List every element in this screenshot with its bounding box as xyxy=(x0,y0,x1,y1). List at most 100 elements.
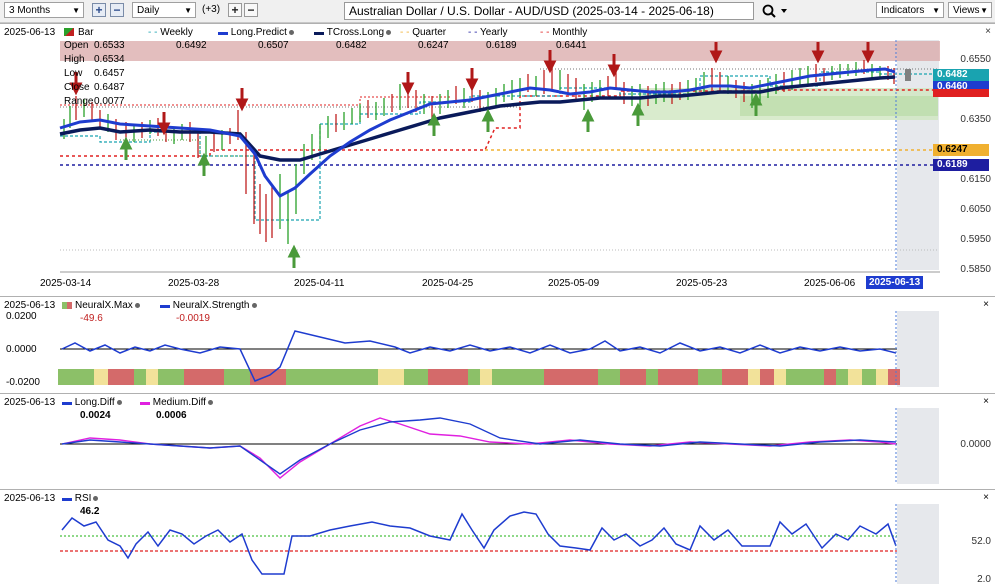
y-tick: 52.0 xyxy=(971,536,991,547)
search-button[interactable] xyxy=(760,2,790,20)
interval-value: Daily xyxy=(137,5,160,16)
pane-date: 2025-06-13 xyxy=(4,27,56,38)
long-predict-value: 0.6507 xyxy=(258,40,289,51)
y-tick: -0.0200 xyxy=(6,377,40,388)
long-diff-value: 0.0024 xyxy=(80,410,111,421)
legend-neuralx-strength[interactable]: ▬ NeuralX.Strength xyxy=(160,300,257,311)
range-value: 0.0077 xyxy=(94,96,125,107)
diff-chart[interactable] xyxy=(0,394,995,490)
indicators-button[interactable]: Indicators ▼ xyxy=(876,2,944,18)
y-tick: 0.5950 xyxy=(960,234,991,245)
price-chart[interactable] xyxy=(0,24,995,297)
price-tag-monthly: 0.6441 xyxy=(933,89,989,97)
close-icon[interactable]: × xyxy=(983,396,989,407)
symbol-title[interactable]: Australian Dollar / U.S. Dollar - AUD/US… xyxy=(344,2,754,20)
y-tick: 0.5850 xyxy=(960,264,991,275)
chevron-down-icon: ▼ xyxy=(980,6,988,15)
monthly-value: 0.6441 xyxy=(556,40,587,51)
low-label: Low xyxy=(64,68,83,79)
views-button[interactable]: Views ▼ xyxy=(948,2,992,18)
period-select[interactable]: 3 Months ▼ xyxy=(4,2,84,18)
pane-close-icon[interactable]: × xyxy=(985,26,991,37)
low-value: 0.6457 xyxy=(94,68,125,79)
price-tag-yearly: 0.6189 xyxy=(933,159,989,171)
x-tick: 2025-06-06 xyxy=(804,278,856,289)
neuralx-pane[interactable]: 2025-06-13 NeuralX.Max ▬ NeuralX.Strengt… xyxy=(0,296,995,394)
period-value: 3 Months xyxy=(9,5,51,16)
high-value: 0.6534 xyxy=(94,54,125,65)
price-tag-quarter: 0.6247 xyxy=(933,144,989,156)
up-arrows xyxy=(119,92,763,268)
legend-long-diff[interactable]: ▬ Long.Diff xyxy=(62,397,122,408)
y-tick: 0.0200 xyxy=(6,311,37,322)
pane-date: 2025-06-13 xyxy=(4,493,56,504)
rsi-chart[interactable] xyxy=(0,490,995,588)
last-bar xyxy=(905,69,911,81)
search-icon xyxy=(762,4,787,18)
indicators-label: Indicators xyxy=(881,5,925,16)
chevron-down-icon: ▼ xyxy=(184,6,192,15)
legend-bar[interactable]: Bar xyxy=(64,27,94,38)
close-icon[interactable]: × xyxy=(983,492,989,503)
neuralx-max-bars xyxy=(58,369,900,385)
range-label: Range xyxy=(64,96,94,107)
support-zone-inner xyxy=(740,96,938,116)
y-tick: 0.6350 xyxy=(960,114,991,125)
y-tick: 0.6050 xyxy=(960,204,991,215)
price-tag-weekly: 0.6482 xyxy=(933,69,989,81)
legend-long-predict[interactable]: ▬ Long.Predict xyxy=(218,27,294,38)
current-date-label: 2025-06-13 xyxy=(866,276,924,289)
zoom-in-button[interactable]: + xyxy=(92,3,106,17)
neuralx-strength-value: -0.0019 xyxy=(176,313,210,324)
long-diff-line xyxy=(61,417,897,475)
open-label: Open xyxy=(64,40,89,51)
x-tick: 2025-04-11 xyxy=(294,278,345,289)
chevron-down-icon: ▼ xyxy=(932,6,940,15)
high-label: High xyxy=(64,54,85,65)
legend-quarter[interactable]: - - Quarter xyxy=(400,27,446,38)
medium-diff-value: 0.0006 xyxy=(156,410,187,421)
rsi-line xyxy=(61,511,897,575)
y-tick: 0.0000 xyxy=(6,344,37,355)
y-tick: 2.0 xyxy=(977,574,991,585)
zoom-out-button[interactable]: − xyxy=(110,3,124,17)
future-area xyxy=(897,408,939,484)
legend-medium-diff[interactable]: ▬ Medium.Diff xyxy=(140,397,213,408)
price-pane[interactable]: 2025-06-13 Bar - - Weekly ▬ Long.Predict… xyxy=(0,23,995,297)
open-value: 0.6533 xyxy=(94,40,125,51)
pane-date: 2025-06-13 xyxy=(4,397,56,408)
close-label: Close xyxy=(64,82,90,93)
diff-pane[interactable]: 2025-06-13 ▬ Long.Diff ▬ Medium.Diff 0.0… xyxy=(0,393,995,490)
neuralx-max-value: -49.6 xyxy=(80,313,103,324)
interval-select[interactable]: Daily ▼ xyxy=(132,2,196,18)
toolbar: 3 Months ▼ + − Daily ▼ (+3) + − Australian… xyxy=(0,0,995,23)
legend-neuralx-max[interactable]: NeuralX.Max xyxy=(62,300,140,311)
price-bars xyxy=(63,60,895,244)
neuralx-chart[interactable] xyxy=(0,297,995,394)
offset-minus-button[interactable]: − xyxy=(244,3,258,17)
legend-yearly[interactable]: - - Yearly xyxy=(468,27,507,38)
yearly-value: 0.6189 xyxy=(486,40,517,51)
legend-weekly[interactable]: - - Weekly xyxy=(148,27,193,38)
legend-rsi[interactable]: ▬ RSI xyxy=(62,493,99,504)
weekly-value: 0.6492 xyxy=(176,40,207,51)
x-tick: 2025-03-28 xyxy=(168,278,220,289)
chevron-down-icon: ▼ xyxy=(72,6,80,15)
rsi-value: 46.2 xyxy=(80,506,100,517)
x-tick: 2025-04-25 xyxy=(422,278,474,289)
future-area xyxy=(897,311,939,387)
legend-tcross[interactable]: ▬ TCross.Long xyxy=(314,27,392,38)
offset-plus-button[interactable]: + xyxy=(228,3,242,17)
x-tick: 2025-05-23 xyxy=(676,278,728,289)
x-tick: 2025-05-09 xyxy=(548,278,600,289)
future-area xyxy=(897,504,939,584)
rsi-pane[interactable]: 2025-06-13 ▬ RSI 46.2 52.0 2.0 × xyxy=(0,489,995,588)
pane-date: 2025-06-13 xyxy=(4,300,56,311)
medium-diff-line xyxy=(61,417,897,479)
tcross-value: 0.6482 xyxy=(336,40,367,51)
legend-monthly[interactable]: - - Monthly xyxy=(540,27,587,38)
quarter-value: 0.6247 xyxy=(418,40,449,51)
y-tick: 0.0000 xyxy=(960,439,991,450)
close-icon[interactable]: × xyxy=(983,299,989,310)
x-tick: 2025-03-14 xyxy=(40,278,92,289)
